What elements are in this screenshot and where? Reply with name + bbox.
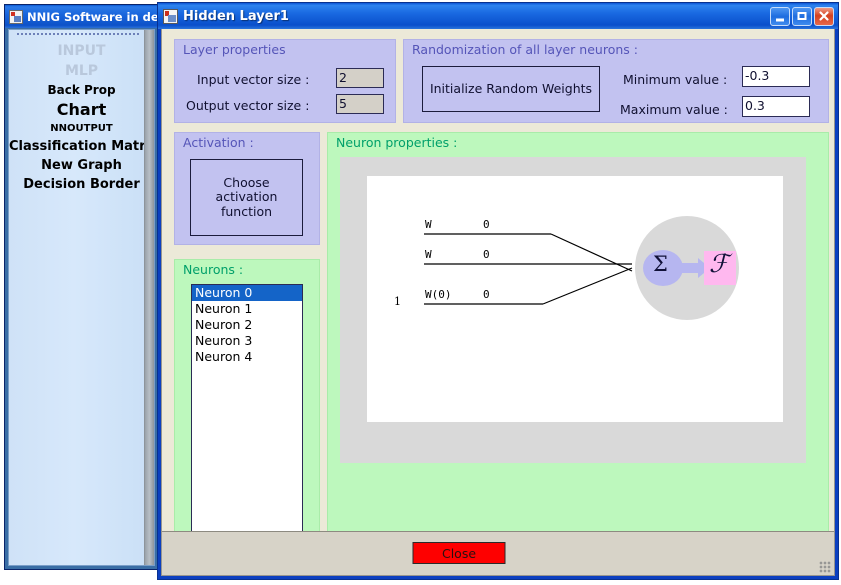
nav-item-chart[interactable]: Chart <box>9 99 154 121</box>
layer-properties-caption: Layer properties <box>183 42 286 57</box>
weight-value-1: 0 <box>483 218 490 231</box>
background-window-titlebar[interactable]: NNIG Software in de <box>5 5 158 28</box>
hidden-layer-dialog: Hidden Layer1 Layer properties Input vec… <box>157 2 839 580</box>
window-icon <box>163 8 178 24</box>
background-window-client: INPUT MLP Back Prop Chart NNOUTPUT Class… <box>8 29 155 566</box>
nav-item-decision-border[interactable]: Decision Border <box>9 175 154 194</box>
output-vector-size-field[interactable]: 5 <box>336 94 384 114</box>
sum-symbol: Σ <box>653 252 668 276</box>
initialize-random-weights-button[interactable]: Initialize Random Weights <box>422 66 600 112</box>
function-symbol: ℱ <box>709 249 729 278</box>
app-icon <box>9 9 23 24</box>
neurons-caption: Neurons : <box>183 262 244 277</box>
maximum-value-field[interactable]: 0.3 <box>742 96 810 117</box>
weight-label-1: W <box>425 218 432 231</box>
nav-item-mlp[interactable]: MLP <box>9 61 154 81</box>
navigation-list: INPUT MLP Back Prop Chart NNOUTPUT Class… <box>9 41 154 194</box>
dotted-separator <box>17 32 140 37</box>
activation-group: Activation : Choose activation function <box>174 132 320 245</box>
randomization-caption: Randomization of all layer neurons : <box>412 42 638 57</box>
bias-input-label: 1 <box>394 295 401 308</box>
choose-activation-function-button[interactable]: Choose activation function <box>190 159 303 236</box>
background-window[interactable]: NNIG Software in de INPUT MLP Back Prop … <box>4 4 159 570</box>
neuron-properties-group: Neuron properties : 1 W 0 W 0 W(0) 0 Σ ℱ <box>327 132 829 555</box>
close-window-button[interactable] <box>814 6 834 26</box>
output-vector-size-label: Output vector size : <box>186 98 310 113</box>
dialog-footer: Close <box>162 531 834 575</box>
layer-properties-group: Layer properties Input vector size : 2 O… <box>174 39 396 123</box>
randomization-group: Randomization of all layer neurons : Ini… <box>403 39 829 123</box>
list-item[interactable]: Neuron 2 <box>192 317 302 333</box>
neuron-diagram-canvas[interactable]: 1 W 0 W 0 W(0) 0 Σ ℱ <box>367 176 783 422</box>
nav-item-input[interactable]: INPUT <box>9 41 154 61</box>
list-item[interactable]: Neuron 0 <box>192 285 302 301</box>
dialog-titlebar[interactable]: Hidden Layer1 <box>158 3 838 29</box>
activation-caption: Activation : <box>183 135 254 150</box>
weight-label-2: W <box>425 248 432 261</box>
list-item[interactable]: Neuron 4 <box>192 349 302 365</box>
weight-value-3: 0 <box>483 288 490 301</box>
weight-value-2: 0 <box>483 248 490 261</box>
maximum-value-label: Maximum value : <box>620 102 728 117</box>
minimize-button[interactable] <box>770 6 790 26</box>
input-vector-size-label: Input vector size : <box>197 72 310 87</box>
nav-item-new-graph[interactable]: New Graph <box>9 156 154 175</box>
dialog-title: Hidden Layer1 <box>183 8 289 24</box>
weight-connector-3 <box>542 267 633 305</box>
weight-label-3: W(0) <box>425 288 452 301</box>
maximize-button[interactable] <box>792 6 812 26</box>
neurons-group: Neurons : Neuron 0 Neuron 1 Neuron 2 Neu… <box>174 259 320 555</box>
neuron-properties-caption: Neuron properties : <box>336 135 458 150</box>
nav-item-classification-matrix[interactable]: Classification Matrix <box>9 137 154 156</box>
nav-item-back-prop[interactable]: Back Prop <box>9 81 154 99</box>
neuron-diagram-outer-panel: 1 W 0 W 0 W(0) 0 Σ ℱ <box>340 157 806 463</box>
resize-grip[interactable] <box>819 561 831 573</box>
close-x-icon <box>819 11 829 21</box>
input-vector-size-field[interactable]: 2 <box>336 68 384 88</box>
dialog-body: Layer properties Input vector size : 2 O… <box>161 29 835 576</box>
screen: NNIG Software in de INPUT MLP Back Prop … <box>0 0 841 585</box>
window-controls <box>770 6 834 26</box>
nav-item-nnoutput[interactable]: NNOUTPUT <box>9 121 154 137</box>
close-button[interactable]: Close <box>412 542 506 564</box>
list-item[interactable]: Neuron 3 <box>192 333 302 349</box>
weight-connector-1 <box>550 233 633 272</box>
minimum-value-field[interactable]: -0.3 <box>742 66 810 87</box>
list-item[interactable]: Neuron 1 <box>192 301 302 317</box>
minimum-value-label: Minimum value : <box>623 72 728 87</box>
background-window-title: NNIG Software in de <box>27 9 158 24</box>
background-window-scrollbar[interactable] <box>144 30 154 565</box>
neurons-listbox[interactable]: Neuron 0 Neuron 1 Neuron 2 Neuron 3 Neur… <box>191 284 303 540</box>
